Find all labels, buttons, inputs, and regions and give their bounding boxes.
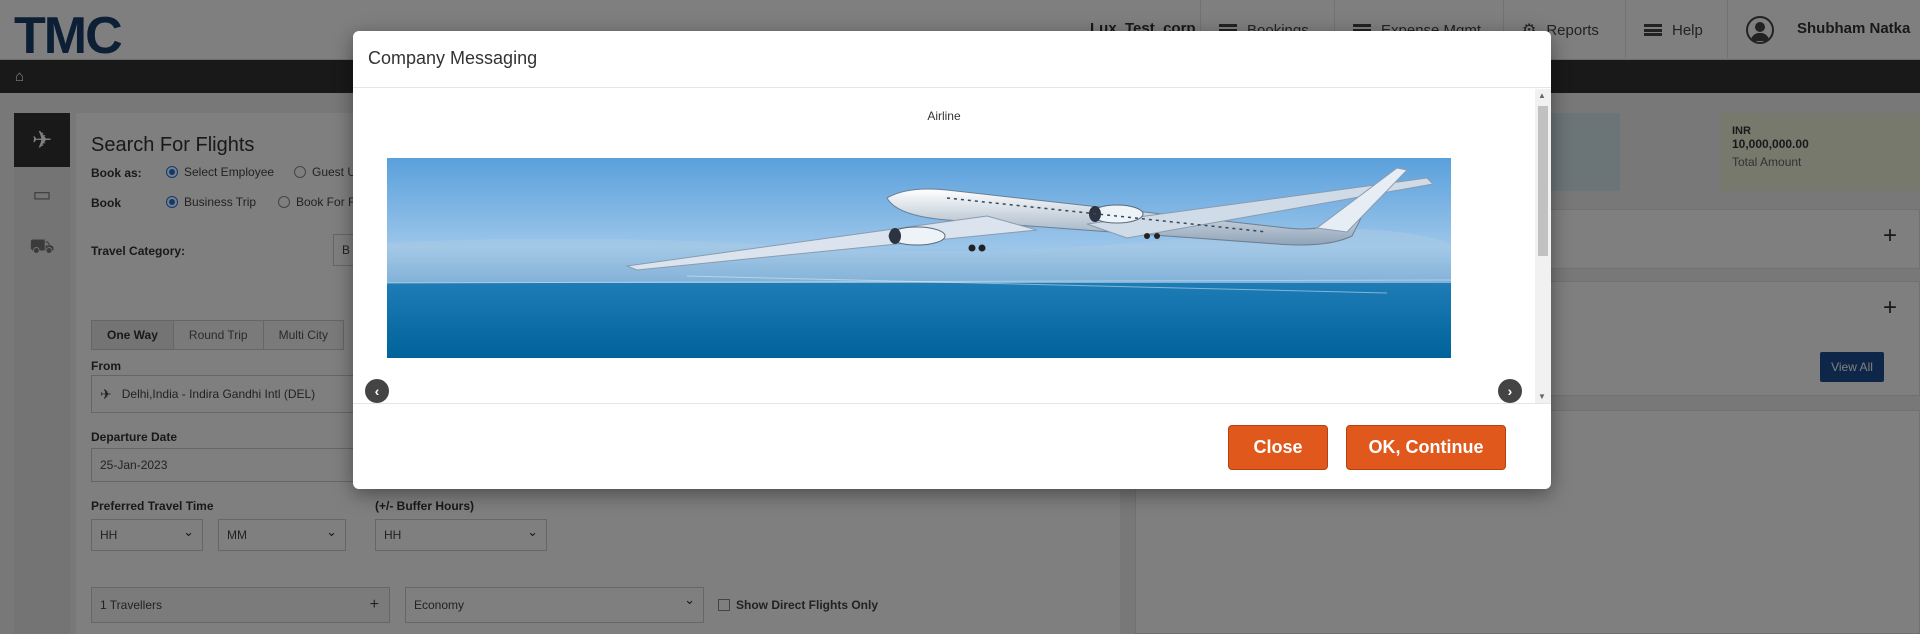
modal-body: Airline ‹ › ▲ ▼ [353,89,1551,403]
airline-banner-image [387,158,1451,358]
chevron-right-icon: › [1507,383,1513,399]
scrollbar-thumb[interactable] [1538,106,1548,256]
scroll-up-icon[interactable]: ▲ [1538,91,1546,100]
chevron-left-icon: ‹ [374,383,380,399]
close-button[interactable]: Close [1228,425,1328,470]
scroll-down-icon[interactable]: ▼ [1538,392,1546,401]
carousel-next-button[interactable]: › [1498,379,1522,403]
banner-caption: Airline [927,109,961,123]
modal-footer: Close OK, Continue [353,403,1551,489]
modal-scrollbar[interactable]: ▲ ▼ [1535,89,1551,403]
modal-title: Company Messaging [353,31,1551,88]
airplane-illustration [387,158,1451,358]
ok-continue-button[interactable]: OK, Continue [1346,425,1506,470]
carousel-prev-button[interactable]: ‹ [365,379,389,403]
company-messaging-modal: Company Messaging Airline ‹ › ▲ ▼ Close … [353,31,1551,489]
